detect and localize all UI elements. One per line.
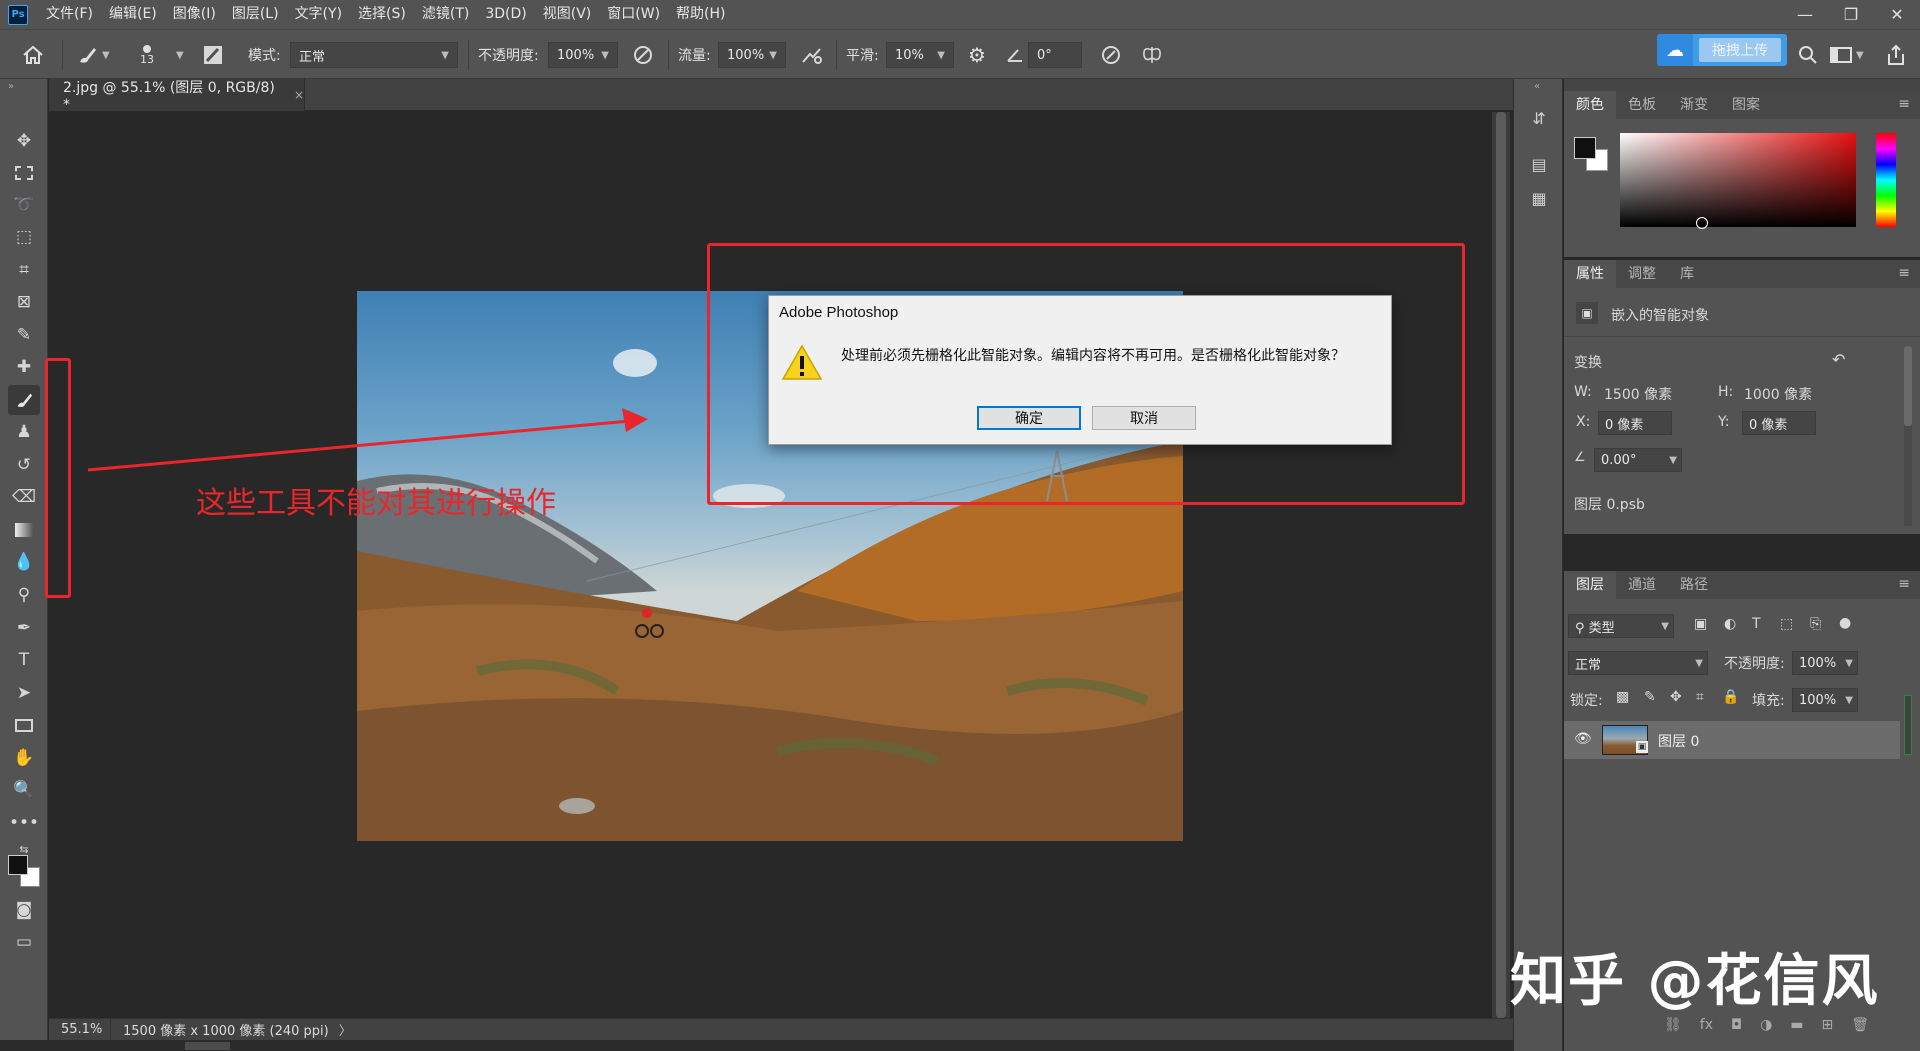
dialog-message: 处理前必须先栅格化此智能对象。编辑内容将不再可用。是否栅格化此智能对象？ bbox=[841, 348, 1345, 364]
rasterize-dialog: Adobe Photoshop 处理前必须先栅格化此智能对象。编辑内容将不再可用… bbox=[768, 295, 1392, 445]
cancel-button[interactable]: 取消 bbox=[1092, 406, 1196, 430]
annotation-text: 这些工具不能对其进行操作 bbox=[196, 486, 556, 521]
annotation-arrow bbox=[87, 408, 648, 472]
ok-button[interactable]: 确定 bbox=[977, 406, 1081, 430]
dialog-title: Adobe Photoshop bbox=[779, 304, 899, 321]
warning-icon bbox=[781, 344, 823, 380]
watermark: 知乎 @花信风 bbox=[1510, 949, 1880, 1014]
